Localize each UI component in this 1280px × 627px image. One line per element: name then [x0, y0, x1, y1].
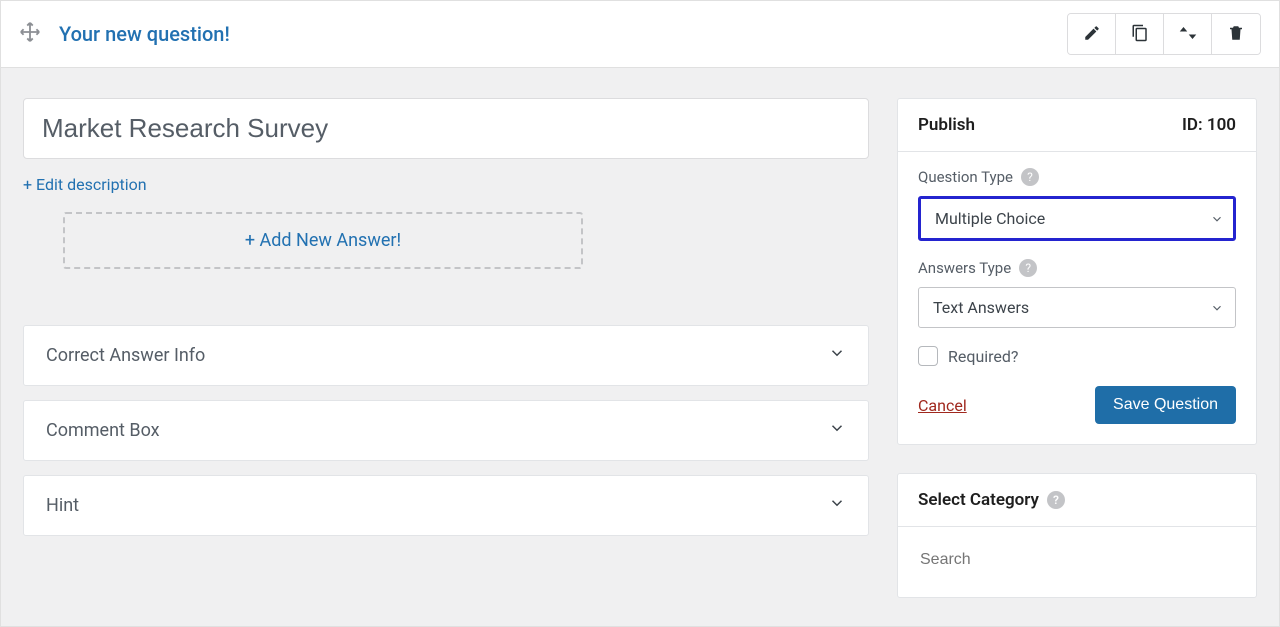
question-id-label: ID: 100 [1182, 115, 1236, 135]
publish-actions: Cancel Save Question [918, 386, 1236, 424]
trash-icon [1227, 24, 1245, 45]
toolbar [1067, 13, 1261, 55]
required-label: Required? [948, 347, 1019, 366]
edit-description-link[interactable]: + Edit description [23, 175, 147, 194]
question-title-input[interactable] [23, 98, 869, 159]
category-search-input[interactable] [918, 543, 1236, 577]
publish-panel-body: Question Type ? Multiple Choice Answ [898, 152, 1256, 444]
answers-type-field: Answers Type ? Text Answers [918, 259, 1236, 328]
category-panel: Select Category ? [897, 473, 1257, 598]
editor-body: + Edit description + Add New Answer! Cor… [1, 68, 1279, 626]
help-icon[interactable]: ? [1047, 491, 1065, 509]
required-checkbox[interactable] [918, 346, 938, 366]
sort-button[interactable] [1164, 14, 1212, 54]
help-icon[interactable]: ? [1021, 168, 1039, 186]
required-checkbox-row[interactable]: Required? [918, 346, 1236, 366]
accordion-hint[interactable]: Hint [23, 475, 869, 536]
add-answer-button[interactable]: + Add New Answer! [63, 212, 583, 269]
header-left: Your new question! [19, 21, 230, 47]
question-editor-root: Your new question! [0, 0, 1280, 627]
publish-panel: Publish ID: 100 Question Type ? Multiple… [897, 98, 1257, 445]
chevron-down-icon [828, 494, 846, 517]
answers-type-select-wrap: Text Answers [918, 287, 1236, 328]
question-type-select[interactable]: Multiple Choice [918, 196, 1236, 241]
chevron-down-icon [828, 344, 846, 367]
category-panel-header: Select Category ? [898, 474, 1256, 527]
duplicate-icon [1131, 24, 1149, 45]
publish-panel-header: Publish ID: 100 [898, 99, 1256, 152]
accordion-label: Hint [46, 495, 79, 516]
answers-type-select[interactable]: Text Answers [918, 287, 1236, 328]
accordion-correct-answer-info[interactable]: Correct Answer Info [23, 325, 869, 386]
answers-type-label-row: Answers Type ? [918, 259, 1236, 277]
accordion-group: Correct Answer Info Comment Box Hint [23, 325, 869, 536]
delete-button[interactable] [1212, 14, 1260, 54]
publish-title: Publish [918, 115, 975, 135]
question-type-field: Question Type ? Multiple Choice [918, 168, 1236, 241]
category-title: Select Category [918, 490, 1039, 510]
answers-type-label: Answers Type [918, 259, 1011, 277]
question-type-select-wrap: Multiple Choice [918, 196, 1236, 241]
edit-icon [1083, 24, 1101, 45]
accordion-label: Correct Answer Info [46, 345, 205, 366]
header-bar: Your new question! [1, 1, 1279, 68]
sort-icon [1179, 24, 1197, 45]
duplicate-button[interactable] [1116, 14, 1164, 54]
question-type-label: Question Type [918, 168, 1013, 186]
cancel-link[interactable]: Cancel [918, 396, 967, 415]
main-column: + Edit description + Add New Answer! Cor… [23, 98, 869, 626]
question-title-heading: Your new question! [59, 22, 230, 46]
category-panel-body [898, 527, 1256, 597]
save-question-button[interactable]: Save Question [1095, 386, 1236, 424]
question-type-label-row: Question Type ? [918, 168, 1236, 186]
chevron-down-icon [828, 419, 846, 442]
move-icon[interactable] [19, 21, 41, 47]
accordion-label: Comment Box [46, 420, 160, 441]
accordion-comment-box[interactable]: Comment Box [23, 400, 869, 461]
help-icon[interactable]: ? [1019, 259, 1037, 277]
edit-button[interactable] [1068, 14, 1116, 54]
sidebar-column: Publish ID: 100 Question Type ? Multiple… [897, 98, 1257, 626]
